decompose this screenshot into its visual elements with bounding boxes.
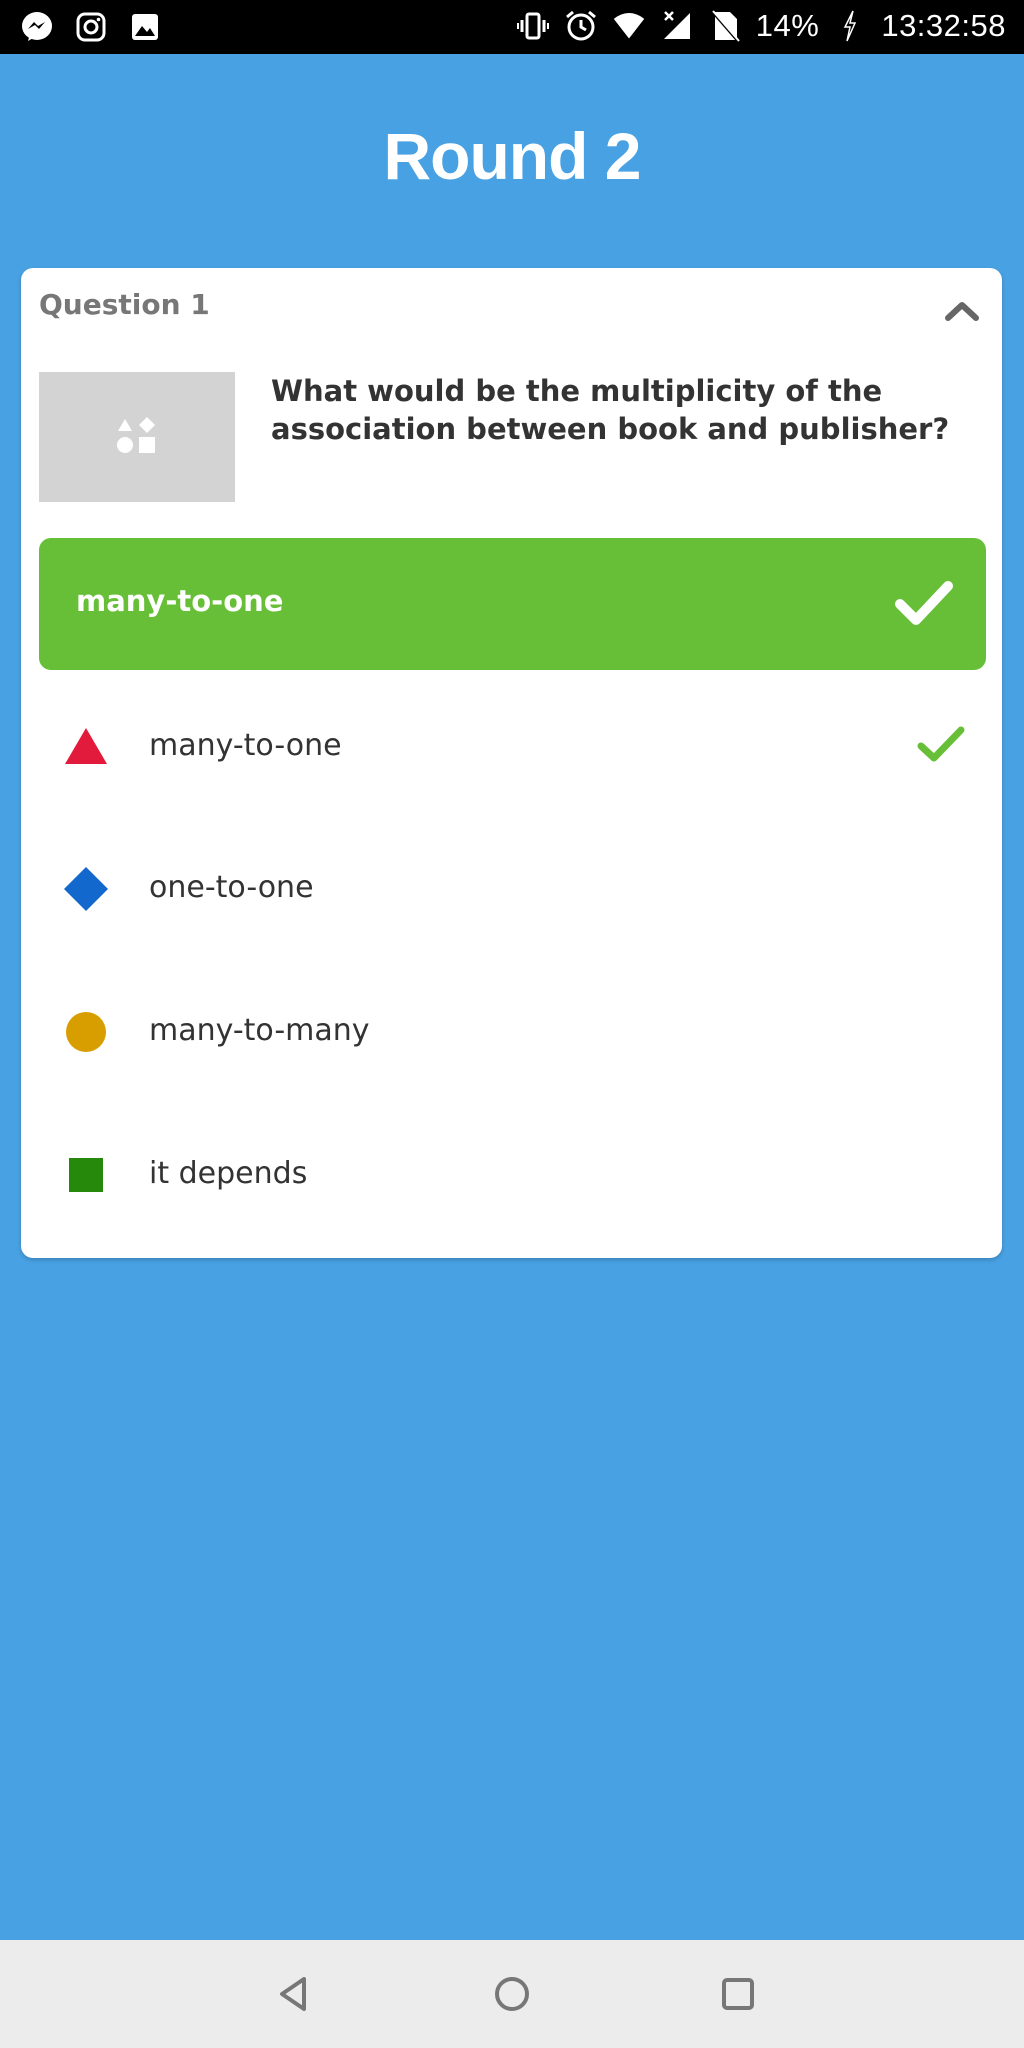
triangle-icon — [65, 728, 107, 764]
question-label: Question 1 — [39, 288, 210, 321]
home-icon — [495, 1977, 529, 2011]
back-icon — [280, 1977, 306, 2011]
status-bar: 14% 13:32:58 — [0, 0, 1024, 54]
battery-icon — [833, 9, 867, 43]
back-button[interactable] — [268, 1968, 320, 2020]
recents-button[interactable] — [712, 1968, 764, 2020]
battery-percent: 14% — [755, 8, 820, 43]
instagram-icon — [74, 10, 108, 44]
option-many-to-one: many-to-one — [39, 686, 986, 806]
option-label: one-to-one — [149, 870, 314, 905]
navigation-bar — [0, 1940, 1024, 2048]
alarm-icon — [564, 9, 598, 43]
signal-icon — [660, 9, 694, 43]
collapse-button[interactable] — [942, 296, 982, 326]
no-sim-icon — [708, 9, 742, 43]
vibrate-icon — [516, 9, 550, 43]
recents-icon — [722, 1978, 754, 2010]
shapes-icon — [117, 417, 155, 453]
option-label: it depends — [149, 1156, 308, 1191]
messenger-icon — [20, 10, 54, 44]
circle-icon — [66, 1012, 106, 1052]
option-many-to-many: many-to-many — [39, 971, 986, 1091]
round-title: Round 2 — [383, 119, 642, 193]
option-label: many-to-many — [149, 1013, 370, 1048]
option-label: many-to-one — [149, 728, 342, 763]
question-card: Question 1 What would be the multiplicit… — [21, 268, 1002, 1258]
correct-answer-text: many-to-one — [76, 584, 284, 618]
home-button[interactable] — [486, 1968, 538, 2020]
square-icon — [69, 1158, 103, 1192]
check-icon — [895, 581, 953, 625]
check-icon — [917, 726, 965, 762]
correct-answer-banner: many-to-one — [39, 538, 986, 670]
chevron-up-icon — [945, 302, 979, 321]
option-one-to-one: one-to-one — [39, 828, 986, 948]
question-text: What would be the multiplicity of the as… — [271, 374, 950, 446]
diamond-icon — [64, 867, 108, 911]
clock: 13:32:58 — [881, 8, 1006, 43]
option-it-depends: it depends — [39, 1114, 986, 1234]
wifi-icon — [612, 9, 646, 43]
question-image — [39, 372, 235, 502]
image-icon — [128, 10, 162, 44]
